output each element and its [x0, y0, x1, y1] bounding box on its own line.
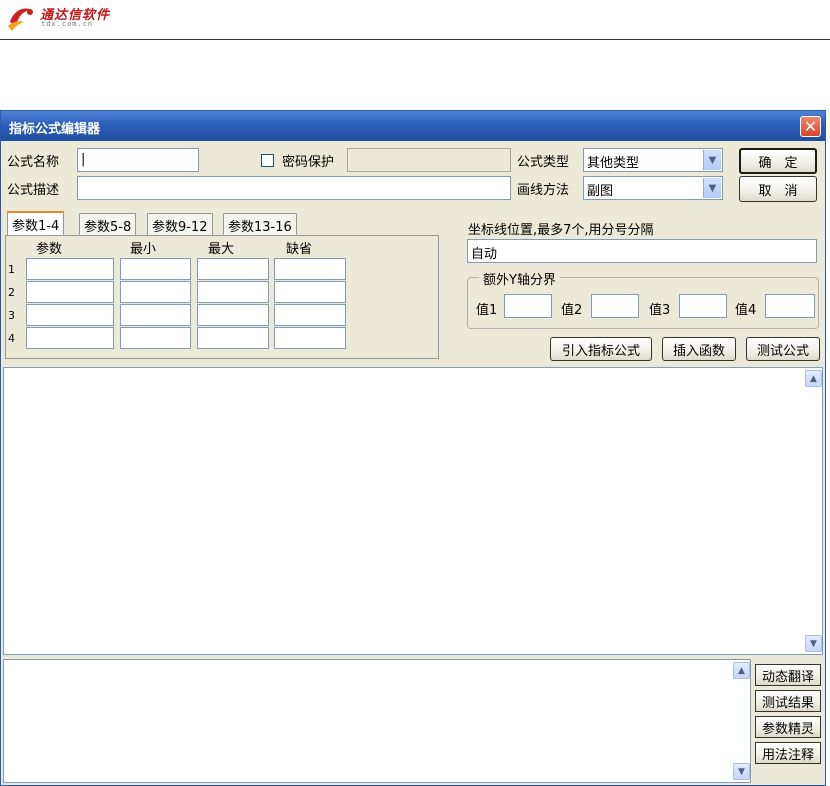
page: 通达信软件 tdx.com.cn 指标公式编辑器 ✕ 公式名称 | 密码保护 公…: [0, 0, 830, 786]
value3-label: 值3: [649, 303, 671, 318]
editor-scrollbar[interactable]: ▲ ▼: [805, 368, 822, 654]
param-min-input[interactable]: [120, 281, 191, 303]
password-input[interactable]: [347, 148, 511, 172]
chevron-down-icon[interactable]: ▼: [703, 178, 721, 198]
param-default-input[interactable]: [274, 304, 346, 326]
draw-method-select[interactable]: 副图 ▼: [583, 176, 723, 200]
param-name-input[interactable]: [26, 258, 114, 280]
formula-type-value: 其他类型: [587, 156, 640, 171]
formula-name-input[interactable]: |: [77, 148, 199, 172]
output-scrollbar[interactable]: ▲ ▼: [733, 660, 750, 782]
col-header-default: 缺省: [286, 242, 313, 257]
row-number: 3: [8, 309, 15, 322]
dynamic-translate-button[interactable]: 动态翻译: [755, 664, 821, 686]
tab-params-1-4[interactable]: 参数1-4: [7, 211, 65, 236]
password-checkbox[interactable]: [261, 154, 274, 167]
axis-position-input[interactable]: 自动: [467, 239, 817, 263]
param-default-input[interactable]: [274, 281, 346, 303]
formula-name-label: 公式名称: [7, 155, 60, 170]
usage-notes-button[interactable]: 用法注释: [755, 742, 821, 764]
param-wizard-button[interactable]: 参数精灵: [755, 716, 821, 738]
param-name-input[interactable]: [26, 304, 114, 326]
param-min-input[interactable]: [120, 327, 191, 349]
param-max-input[interactable]: [197, 327, 269, 349]
draw-method-label: 画线方法: [517, 183, 570, 198]
import-formula-button[interactable]: 引入指标公式: [550, 337, 652, 361]
axis-position-label: 坐标线位置,最多7个,用分号分隔: [468, 223, 654, 238]
col-header-max: 最大: [208, 242, 235, 257]
ok-button[interactable]: 确 定: [739, 148, 817, 174]
row-number: 2: [8, 286, 15, 299]
insert-function-button[interactable]: 插入函数: [662, 337, 736, 361]
param-min-input[interactable]: [120, 304, 191, 326]
col-header-min: 最小: [130, 242, 157, 257]
formula-desc-label: 公式描述: [7, 183, 60, 198]
scroll-down-icon[interactable]: ▼: [733, 763, 750, 780]
formula-desc-input[interactable]: [77, 176, 511, 200]
formula-editor-window: 指标公式编辑器 ✕ 公式名称 | 密码保护 公式类型 其他类型 ▼ 确 定 公式…: [0, 110, 826, 786]
value4-input[interactable]: [765, 294, 815, 318]
param-max-input[interactable]: [197, 304, 269, 326]
param-max-input[interactable]: [197, 281, 269, 303]
cancel-button[interactable]: 取 消: [739, 176, 817, 202]
scroll-up-icon[interactable]: ▲: [805, 370, 822, 387]
value2-input[interactable]: [591, 294, 639, 318]
param-default-input[interactable]: [274, 327, 346, 349]
close-icon[interactable]: ✕: [800, 116, 821, 137]
value3-input[interactable]: [679, 294, 727, 318]
col-header-param: 参数: [36, 242, 63, 257]
test-formula-button[interactable]: 测试公式: [746, 337, 820, 361]
param-tabs: 参数1-4 参数5-8 参数9-12 参数13-16: [7, 211, 437, 237]
tdx-logo-icon: [8, 8, 33, 31]
params-panel: 参数 最小 最大 缺省 1 2 3 4: [5, 235, 439, 359]
logo-header: 通达信软件 tdx.com.cn: [0, 0, 830, 40]
tab-params-5-8[interactable]: 参数5-8: [79, 213, 137, 235]
value2-label: 值2: [561, 303, 583, 318]
formula-type-label: 公式类型: [517, 155, 570, 170]
param-max-input[interactable]: [197, 258, 269, 280]
window-title: 指标公式编辑器: [9, 122, 101, 137]
formula-editor-textarea[interactable]: ▲ ▼: [3, 367, 823, 655]
value1-input[interactable]: [504, 294, 552, 318]
logo-subtext: tdx.com.cn: [41, 20, 94, 28]
param-min-input[interactable]: [120, 258, 191, 280]
row-number: 1: [8, 263, 15, 276]
scroll-down-icon[interactable]: ▼: [805, 635, 822, 652]
tab-params-13-16[interactable]: 参数13-16: [223, 213, 297, 235]
test-result-button[interactable]: 测试结果: [755, 690, 821, 712]
tab-params-9-12[interactable]: 参数9-12: [147, 213, 213, 235]
extra-y-axis-label: 额外Y轴分界: [479, 269, 560, 288]
param-name-input[interactable]: [26, 281, 114, 303]
output-textarea[interactable]: ▲ ▼: [3, 659, 751, 783]
value4-label: 值4: [735, 303, 757, 318]
value1-label: 值1: [476, 303, 498, 318]
chevron-down-icon[interactable]: ▼: [703, 150, 721, 170]
row-number: 4: [8, 332, 15, 345]
formula-type-select[interactable]: 其他类型 ▼: [583, 148, 723, 172]
password-label: 密码保护: [282, 155, 335, 170]
scroll-up-icon[interactable]: ▲: [733, 662, 750, 679]
param-default-input[interactable]: [274, 258, 346, 280]
draw-method-value: 副图: [587, 184, 614, 199]
title-bar[interactable]: 指标公式编辑器 ✕: [1, 111, 825, 141]
param-name-input[interactable]: [26, 327, 114, 349]
